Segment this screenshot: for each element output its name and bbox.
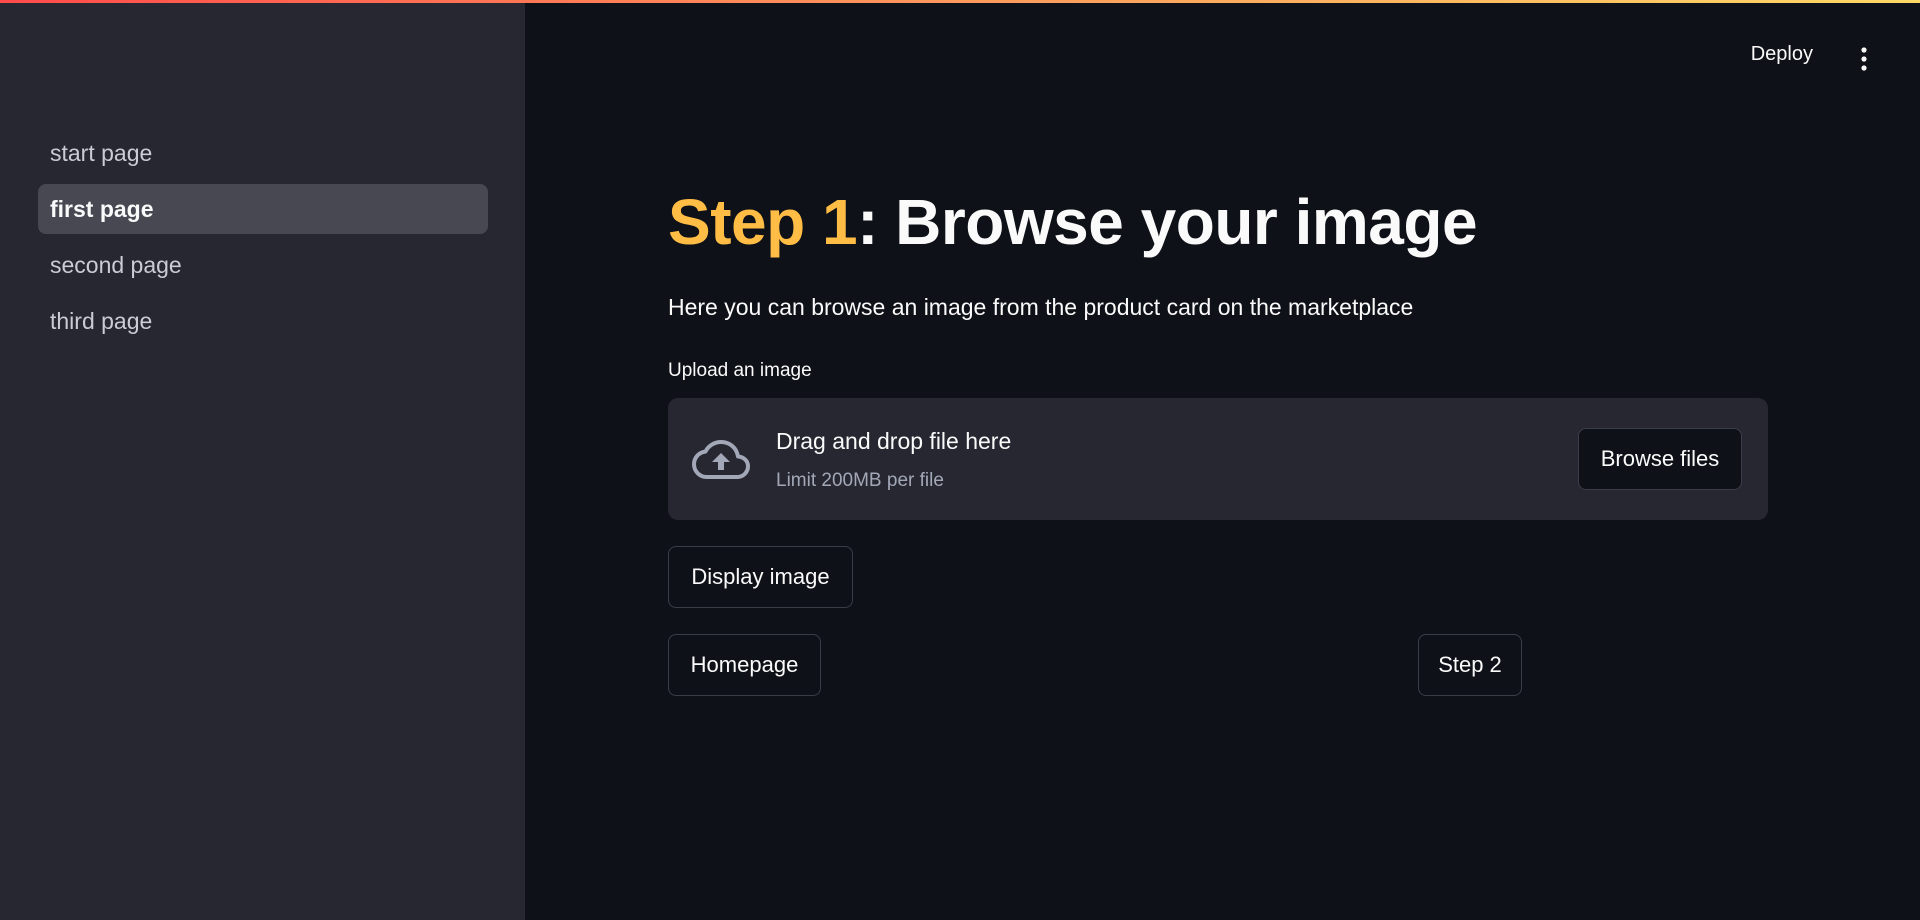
- homepage-button[interactable]: Homepage: [668, 634, 821, 696]
- file-dropzone[interactable]: Drag and drop file here Limit 200MB per …: [668, 398, 1768, 520]
- page-title: Step 1: Browse your image: [668, 185, 1478, 259]
- page-title-rest: : Browse your image: [857, 186, 1478, 258]
- cloud-upload-icon: [692, 440, 750, 479]
- decoration-bar: [0, 0, 1920, 3]
- sidebar: start page first page second page third …: [0, 0, 525, 920]
- sidebar-item-first-page[interactable]: first page: [38, 184, 488, 234]
- step-2-button[interactable]: Step 2: [1418, 634, 1522, 696]
- page-title-accent: Step 1: [668, 186, 858, 258]
- deploy-button[interactable]: Deploy: [1751, 43, 1813, 66]
- kebab-menu-icon[interactable]: [1860, 47, 1868, 71]
- sidebar-item-second-page[interactable]: second page: [38, 240, 488, 290]
- sidebar-nav: start page first page second page third …: [38, 128, 488, 352]
- app-header: Deploy: [1620, 3, 1920, 111]
- browse-files-button[interactable]: Browse files: [1578, 428, 1742, 490]
- dropzone-limit: Limit 200MB per file: [776, 470, 944, 491]
- display-image-button[interactable]: Display image: [668, 546, 853, 608]
- dropzone-instructions: Drag and drop file here: [776, 428, 1012, 454]
- sidebar-item-start-page[interactable]: start page: [38, 128, 488, 178]
- uploader-label: Upload an image: [668, 360, 812, 381]
- sidebar-item-third-page[interactable]: third page: [38, 296, 488, 346]
- page-description: Here you can browse an image from the pr…: [668, 294, 1414, 320]
